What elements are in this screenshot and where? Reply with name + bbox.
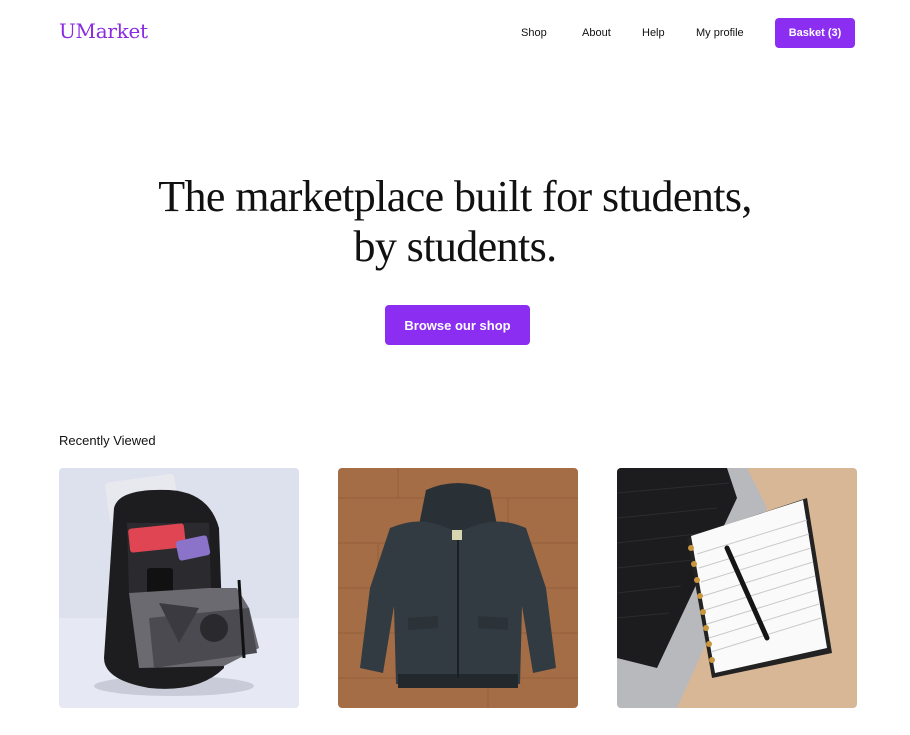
site-header: UMarket Shop About Help My profile Baske…: [0, 0, 910, 66]
hero-title: The marketplace built for students, by s…: [0, 172, 910, 272]
nav-about[interactable]: About: [582, 27, 611, 39]
backpack-image: [59, 468, 299, 708]
hero-title-line-1: The marketplace built for students,: [158, 172, 752, 221]
hero-title-line-2: by students.: [353, 222, 557, 271]
logo[interactable]: UMarket: [59, 19, 148, 43]
product-card-jacket[interactable]: [338, 468, 578, 708]
nav-my-profile[interactable]: My profile: [696, 27, 744, 39]
nav-help[interactable]: Help: [642, 27, 665, 39]
product-card-notebook[interactable]: [617, 468, 857, 708]
hooded-jacket-image: [338, 468, 578, 708]
product-card-backpack[interactable]: [59, 468, 299, 708]
browse-shop-button[interactable]: Browse our shop: [385, 305, 530, 345]
recently-viewed-title: Recently Viewed: [59, 433, 156, 448]
basket-button[interactable]: Basket (3): [775, 18, 855, 48]
notebook-laptop-image: [617, 468, 857, 708]
nav-shop[interactable]: Shop: [521, 27, 547, 39]
